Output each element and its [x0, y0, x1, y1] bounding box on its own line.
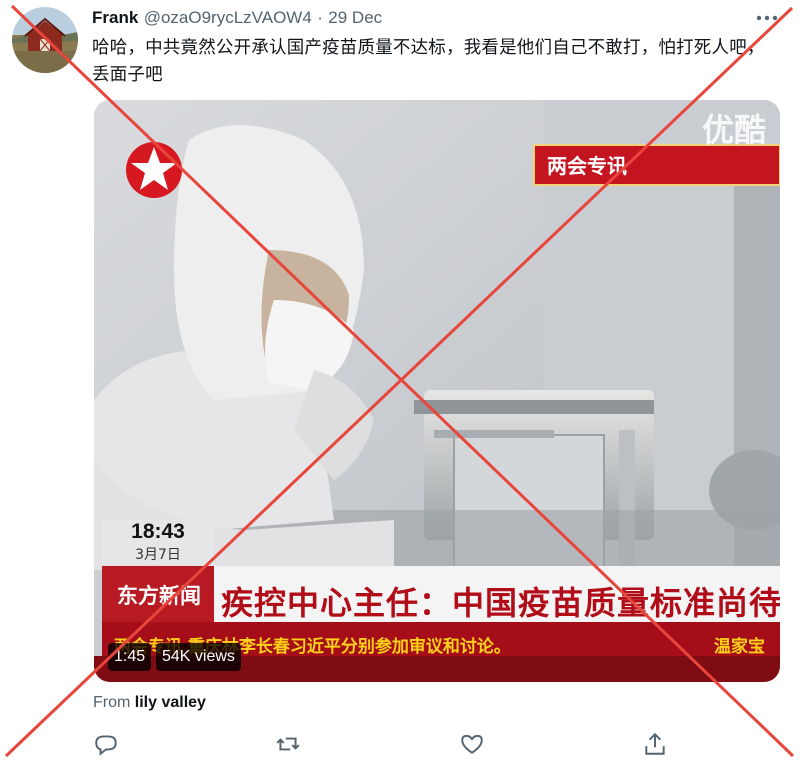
source-name[interactable]: lily valley — [135, 694, 206, 711]
tweet-date[interactable]: 29 Dec — [328, 8, 382, 27]
tweet-header: Frank @ozaO9rycLzVAOW4 · 29 Dec — [92, 6, 382, 30]
avatar[interactable] — [12, 7, 78, 73]
broadcast-clock-date: 3月7日 — [135, 547, 181, 563]
broadcast-clock-time: 18:43 — [131, 520, 185, 543]
video-views-badge: 54K views — [156, 643, 241, 671]
tweet-actions — [0, 731, 799, 757]
like-icon[interactable] — [459, 731, 485, 757]
video-watermark: 优酷 — [702, 111, 767, 149]
more-options-icon[interactable] — [754, 6, 780, 30]
broadcast-top-banner: 两会专讯 — [547, 154, 627, 178]
tweet-text: 哈哈，中共竟然公开承认国产疫苗质量不达标，我看是他们自己不敢打，怕打死人吧，丢面… — [92, 38, 765, 85]
barn-landscape-avatar — [12, 7, 78, 73]
broadcast-scroll-text-right: 温家宝 — [714, 637, 765, 657]
video-player[interactable]: 优酷 两会专讯 18:43 3月7日 东方新闻 疾控中心主任：中国疫苗质量标准尚… — [94, 100, 780, 682]
author-handle[interactable]: @ozaO9rycLzVAOW4 — [144, 8, 312, 27]
broadcast-headline: 疾控中心主任：中国疫苗质量标准尚待提高 — [221, 584, 780, 622]
author-name[interactable]: Frank — [92, 8, 138, 27]
separator-dot: · — [317, 8, 323, 27]
source-prefix: From — [93, 694, 131, 711]
broadcast-channel-name: 东方新闻 — [117, 584, 201, 608]
tweet-source: From lily valley — [93, 694, 206, 712]
share-icon[interactable] — [642, 731, 668, 757]
reply-icon[interactable] — [93, 731, 119, 757]
video-duration-badge: 1:45 — [108, 643, 152, 671]
retweet-icon[interactable] — [275, 731, 301, 757]
